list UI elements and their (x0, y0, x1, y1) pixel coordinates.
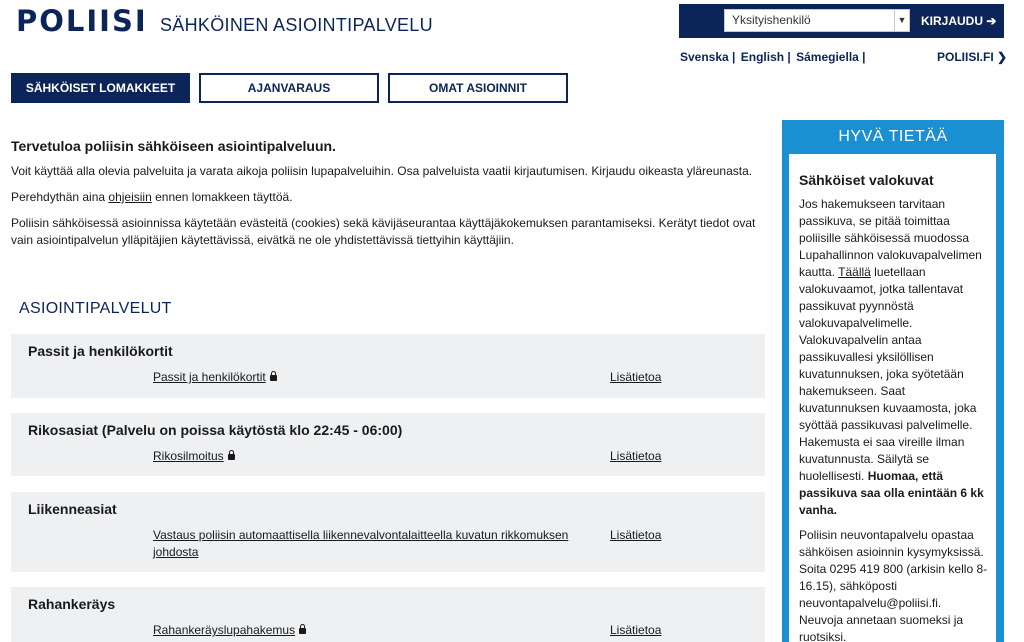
service-title: Rikosasiat (Palvelu on poissa käytöstä k… (28, 422, 403, 438)
lang-sami[interactable]: Sámegiella | (796, 50, 865, 64)
lock-icon (299, 624, 307, 634)
more-info-link[interactable]: Lisätietoa (610, 528, 661, 542)
more-info-link[interactable]: Lisätietoa (610, 623, 661, 637)
service-title: Passit ja henkilökortit (28, 343, 173, 359)
service-link[interactable]: Rahankeräyslupahakemus (153, 622, 307, 639)
sidebar-paragraph-1: Jos hakemukseen tarvitaan passikuva, se … (799, 197, 984, 517)
service-link[interactable]: Vastaus poliisin automaattisella liikenn… (153, 527, 593, 561)
lock-icon (269, 371, 277, 381)
service-link[interactable]: Passit ja henkilökortit (153, 369, 277, 386)
user-type-selected: Yksityishenkilö (732, 13, 811, 27)
tab-omat-asioinnit[interactable]: OMAT ASIOINNIT (388, 73, 568, 103)
poliisi-fi-link[interactable]: POLIISI.FI ❯ (937, 50, 1007, 64)
intro-paragraph-2: Perehdythän aina ohjeisiin ennen lomakke… (11, 190, 293, 204)
sidebar-paragraph-2: Poliisin neuvontapalvelu opastaa sähköis… (799, 528, 988, 642)
info-sidebar: HYVÄ TIETÄÄ Sähköiset valokuvat Jos hake… (782, 120, 1004, 642)
intro-heading: Tervetuloa poliisin sähköiseen asiointip… (11, 138, 336, 154)
intro-paragraph-1: Voit käyttää alla olevia palveluita ja v… (11, 164, 753, 178)
service-title: Liikenneasiat (28, 501, 117, 517)
instructions-link[interactable]: ohjeisiin (108, 190, 151, 204)
service-title: Rahankeräys (28, 596, 116, 612)
site-subtitle: SÄHKÖINEN ASIOINTIPALVELU (160, 15, 433, 35)
sidebar-heading: HYVÄ TIETÄÄ (838, 128, 948, 145)
lang-english[interactable]: English | (741, 50, 791, 64)
top-bar: Yksityishenkilö ▼ KIRJAUDU ➔ (679, 4, 1004, 38)
more-info-link[interactable]: Lisätietoa (610, 370, 661, 384)
service-link[interactable]: Rikosilmoitus (153, 448, 235, 465)
service-rahankerays: Rahankeräys Rahankeräyslupahakemus Lisät… (11, 587, 765, 642)
lock-icon (227, 450, 235, 460)
lang-svenska[interactable]: Svenska | (680, 50, 735, 64)
chevron-down-icon[interactable]: ▼ (894, 10, 909, 31)
service-passit: Passit ja henkilökortit Passit ja henkil… (11, 334, 765, 398)
intro-section: Tervetuloa poliisin sähköiseen asiointip… (11, 138, 771, 258)
sidebar-title: Sähköiset valokuvat (799, 172, 934, 188)
more-info-link[interactable]: Lisätietoa (610, 449, 661, 463)
language-links: Svenska | English | Sámegiella | (680, 50, 868, 64)
service-liikenneasiat: Liikenneasiat Vastaus poliisin automaatt… (11, 492, 765, 572)
services-title: ASIOINTIPALVELUT (19, 300, 172, 317)
photo-studios-link[interactable]: Täällä (838, 265, 871, 279)
tab-sahkoiset-lomakkeet[interactable]: SÄHKÖISET LOMAKKEET (11, 73, 190, 103)
poliisi-logo[interactable]: POLIISI (16, 4, 148, 38)
user-type-select[interactable]: Yksityishenkilö ▼ (724, 9, 910, 32)
service-rikosasiat: Rikosasiat (Palvelu on poissa käytöstä k… (11, 413, 765, 476)
login-button[interactable]: KIRJAUDU ➔ (921, 14, 996, 28)
intro-paragraph-3: Poliisin sähköisessä asioinnissa käytetä… (11, 216, 756, 247)
tab-ajanvaraus[interactable]: AJANVARAUS (199, 73, 379, 103)
sidebar-content: Sähköiset valokuvat Jos hakemukseen tarv… (789, 154, 996, 642)
